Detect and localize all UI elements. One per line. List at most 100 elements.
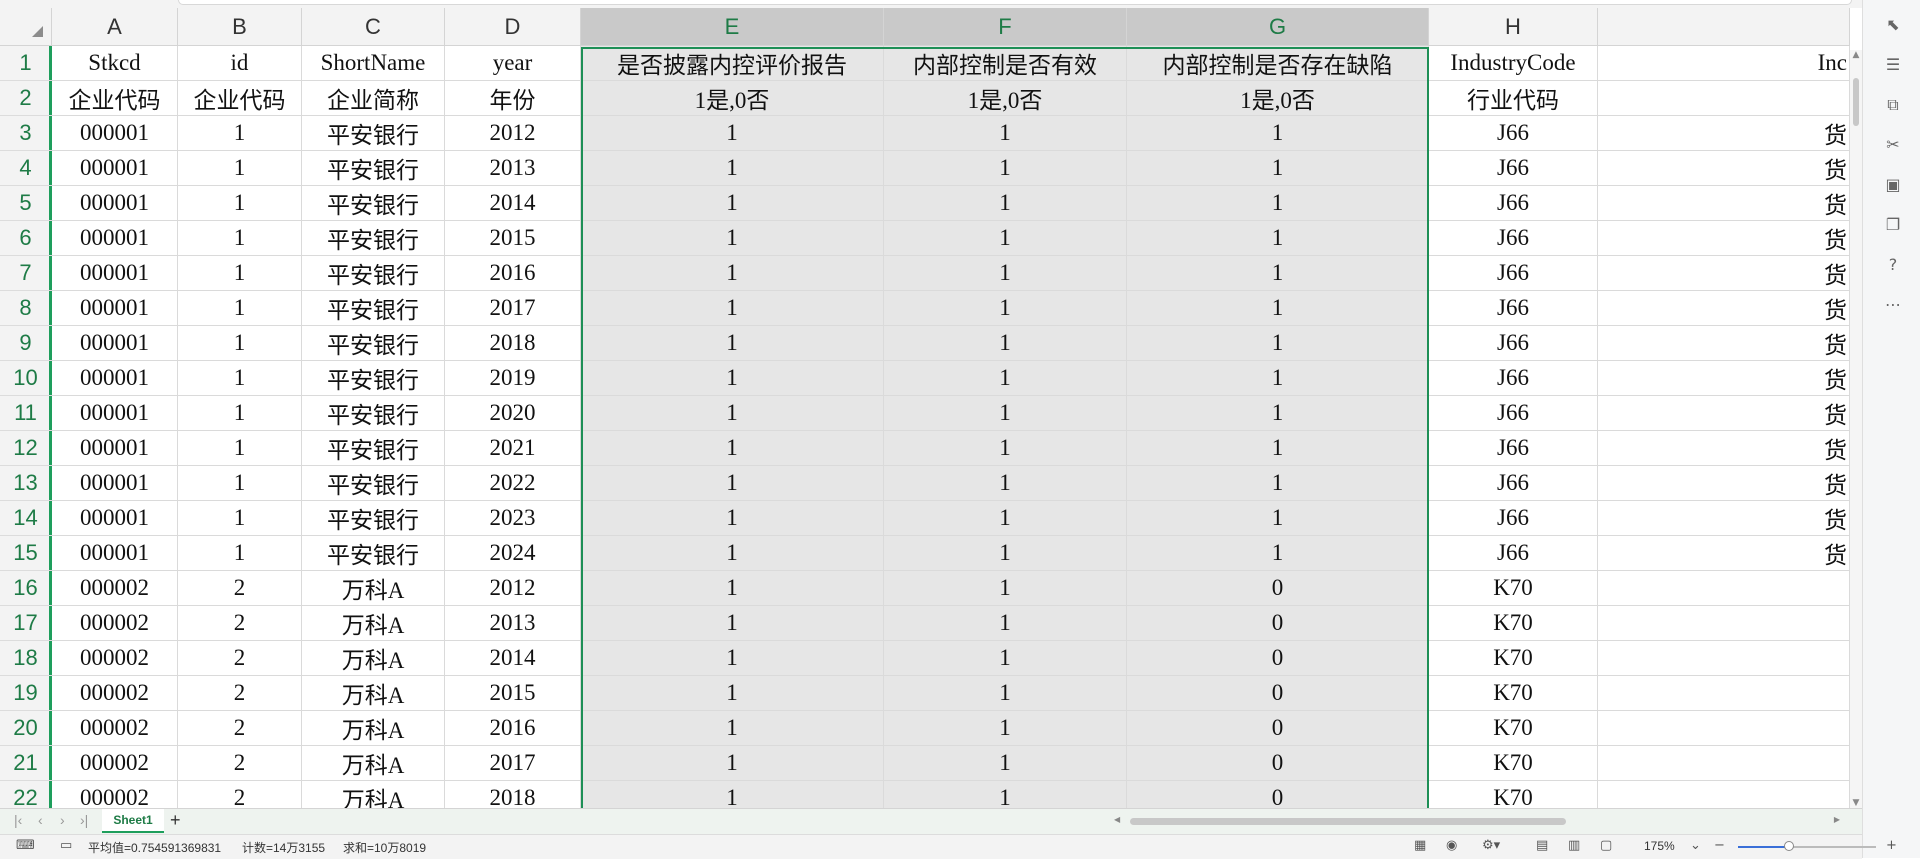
cell-d-14[interactable]: 2023 [445,501,581,536]
cell-c-16[interactable]: 万科A [302,571,445,606]
cell-h-14[interactable]: J66 [1429,501,1598,536]
row-header[interactable]: 15 [0,536,52,571]
cell-i-9[interactable]: 货 [1598,326,1850,361]
column-header-c[interactable]: C [302,8,445,46]
cell-a-22[interactable]: 000002 [52,781,178,808]
column-header-h[interactable]: H [1429,8,1598,46]
cell-a-16[interactable]: 000002 [52,571,178,606]
zoom-level[interactable]: 175% [1644,839,1675,853]
row-header[interactable]: 9 [0,326,52,361]
cell-e-16[interactable]: 1 [581,571,884,606]
vertical-scrollbar[interactable]: ▲ ▼ [1850,50,1862,808]
cell-i-6[interactable]: 货 [1598,221,1850,256]
cell-b-21[interactable]: 2 [178,746,302,781]
cell-e-2[interactable]: 1是,0否 [581,81,884,116]
book-icon[interactable]: ❐ [1882,214,1904,236]
last-sheet-icon[interactable]: ›| [80,812,88,828]
column-header-next[interactable] [1598,8,1850,46]
cell-d-18[interactable]: 2014 [445,641,581,676]
column-header-e[interactable]: E [581,8,884,46]
cell-i-12[interactable]: 货 [1598,431,1850,466]
cell-b-9[interactable]: 1 [178,326,302,361]
sliders-icon[interactable]: ☰ [1882,54,1904,76]
cell-h-19[interactable]: K70 [1429,676,1598,711]
cell-d-8[interactable]: 2017 [445,291,581,326]
zoom-in-icon[interactable]: + [1886,838,1897,853]
cell-d-4[interactable]: 2013 [445,151,581,186]
page-break-view-icon[interactable]: ▢ [1600,838,1612,853]
cell-a-5[interactable]: 000001 [52,186,178,221]
cell-b-4[interactable]: 1 [178,151,302,186]
cell-i-21[interactable] [1598,746,1850,781]
cell-i-14[interactable]: 货 [1598,501,1850,536]
cell-g-10[interactable]: 1 [1127,361,1429,396]
cell-c-7[interactable]: 平安银行 [302,256,445,291]
cell-e-17[interactable]: 1 [581,606,884,641]
cell-h-2[interactable]: 行业代码 [1429,81,1598,116]
tools-icon[interactable]: ✂ [1882,134,1904,156]
cell-b-10[interactable]: 1 [178,361,302,396]
cell-e-21[interactable]: 1 [581,746,884,781]
cell-f-16[interactable]: 1 [884,571,1127,606]
cell-b-11[interactable]: 1 [178,396,302,431]
sheet-tab[interactable]: Sheet1 [102,809,164,833]
cell-f-2[interactable]: 1是,0否 [884,81,1127,116]
horizontal-scrollbar[interactable]: ◀ ▶ [1100,815,1840,827]
row-header[interactable]: 18 [0,641,52,676]
row-header[interactable]: 1 [0,46,52,81]
cell-i-7[interactable]: 货 [1598,256,1850,291]
cell-g-16[interactable]: 0 [1127,571,1429,606]
cell-g-5[interactable]: 1 [1127,186,1429,221]
cell-f-12[interactable]: 1 [884,431,1127,466]
page-icon[interactable]: ▭ [60,838,72,853]
row-header[interactable]: 8 [0,291,52,326]
cell-c-20[interactable]: 万科A [302,711,445,746]
cell-e-5[interactable]: 1 [581,186,884,221]
cell-g-6[interactable]: 1 [1127,221,1429,256]
cell-e-1[interactable]: 是否披露内控评价报告 [581,46,884,81]
cell-h-13[interactable]: J66 [1429,466,1598,501]
cell-g-2[interactable]: 1是,0否 [1127,81,1429,116]
cell-i-19[interactable] [1598,676,1850,711]
cell-c-6[interactable]: 平安银行 [302,221,445,256]
cell-g-20[interactable]: 0 [1127,711,1429,746]
cell-e-3[interactable]: 1 [581,116,884,151]
cell-b-5[interactable]: 1 [178,186,302,221]
normal-view-icon[interactable]: ▤ [1536,838,1548,853]
column-header-f[interactable]: F [884,8,1127,46]
cell-e-4[interactable]: 1 [581,151,884,186]
cell-h-1[interactable]: IndustryCode [1429,46,1598,81]
cell-f-3[interactable]: 1 [884,116,1127,151]
scroll-up-icon[interactable]: ▲ [1851,50,1861,60]
cell-i-18[interactable] [1598,641,1850,676]
select-all-corner[interactable] [0,8,52,46]
cell-d-22[interactable]: 2018 [445,781,581,808]
cell-f-5[interactable]: 1 [884,186,1127,221]
cell-d-11[interactable]: 2020 [445,396,581,431]
cell-g-9[interactable]: 1 [1127,326,1429,361]
cell-f-4[interactable]: 1 [884,151,1127,186]
cell-d-19[interactable]: 2015 [445,676,581,711]
cell-i-17[interactable] [1598,606,1850,641]
cell-e-13[interactable]: 1 [581,466,884,501]
vertical-scroll-thumb[interactable] [1853,78,1859,126]
cell-a-8[interactable]: 000001 [52,291,178,326]
row-header[interactable]: 20 [0,711,52,746]
cell-e-8[interactable]: 1 [581,291,884,326]
crop-icon[interactable]: ⧉ [1882,94,1904,116]
cell-c-3[interactable]: 平安银行 [302,116,445,151]
cell-f-6[interactable]: 1 [884,221,1127,256]
row-header[interactable]: 13 [0,466,52,501]
cell-d-20[interactable]: 2016 [445,711,581,746]
cell-d-7[interactable]: 2016 [445,256,581,291]
zoom-dropdown-icon[interactable]: ⌄ [1690,838,1701,853]
row-header[interactable]: 4 [0,151,52,186]
cell-a-1[interactable]: Stkcd [52,46,178,81]
column-header-a[interactable]: A [52,8,178,46]
cell-h-18[interactable]: K70 [1429,641,1598,676]
cell-a-11[interactable]: 000001 [52,396,178,431]
cell-d-16[interactable]: 2012 [445,571,581,606]
cell-c-9[interactable]: 平安银行 [302,326,445,361]
cell-d-10[interactable]: 2019 [445,361,581,396]
cell-g-19[interactable]: 0 [1127,676,1429,711]
